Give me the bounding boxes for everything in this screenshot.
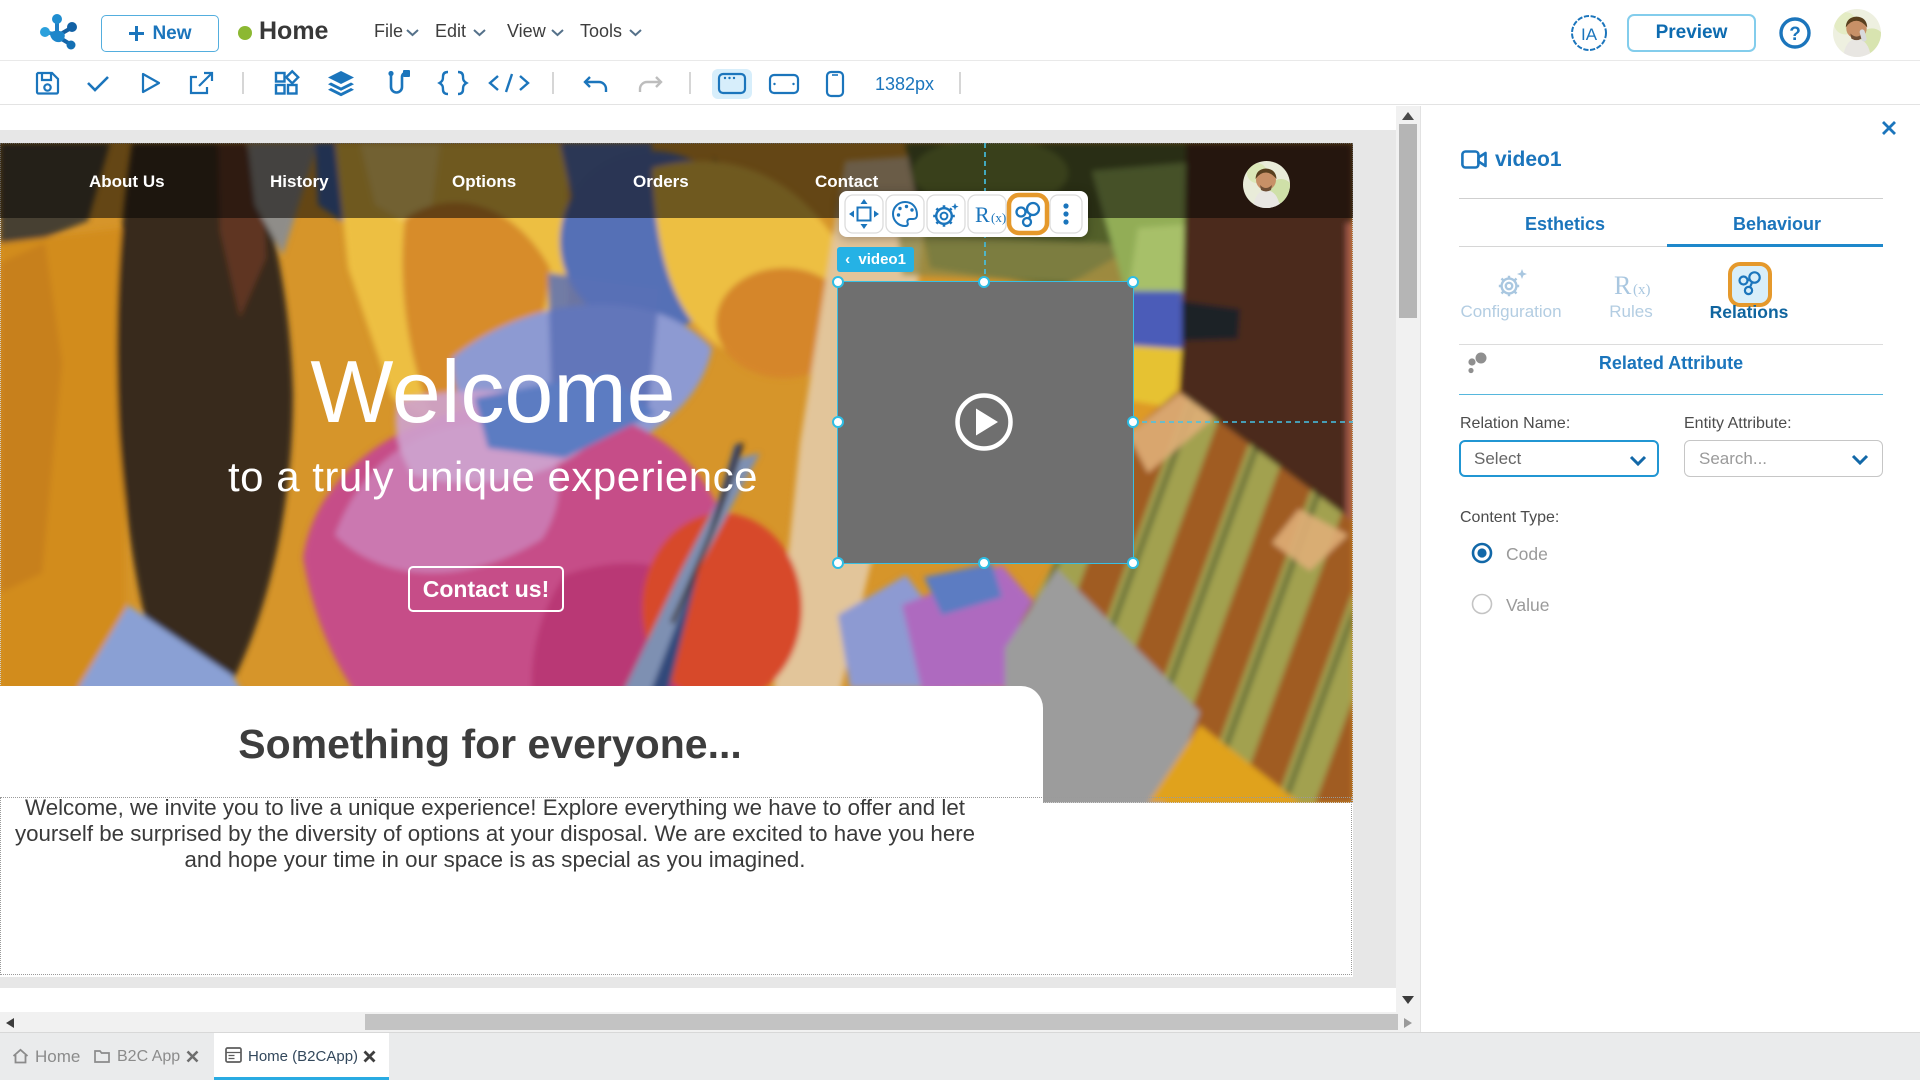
svg-text:(x): (x) xyxy=(1633,282,1651,298)
svg-text:?: ? xyxy=(1789,24,1801,45)
svg-text:1382px: 1382px xyxy=(875,74,934,94)
svg-text:R: R xyxy=(1614,271,1632,300)
svg-text:IA: IA xyxy=(1581,25,1598,44)
